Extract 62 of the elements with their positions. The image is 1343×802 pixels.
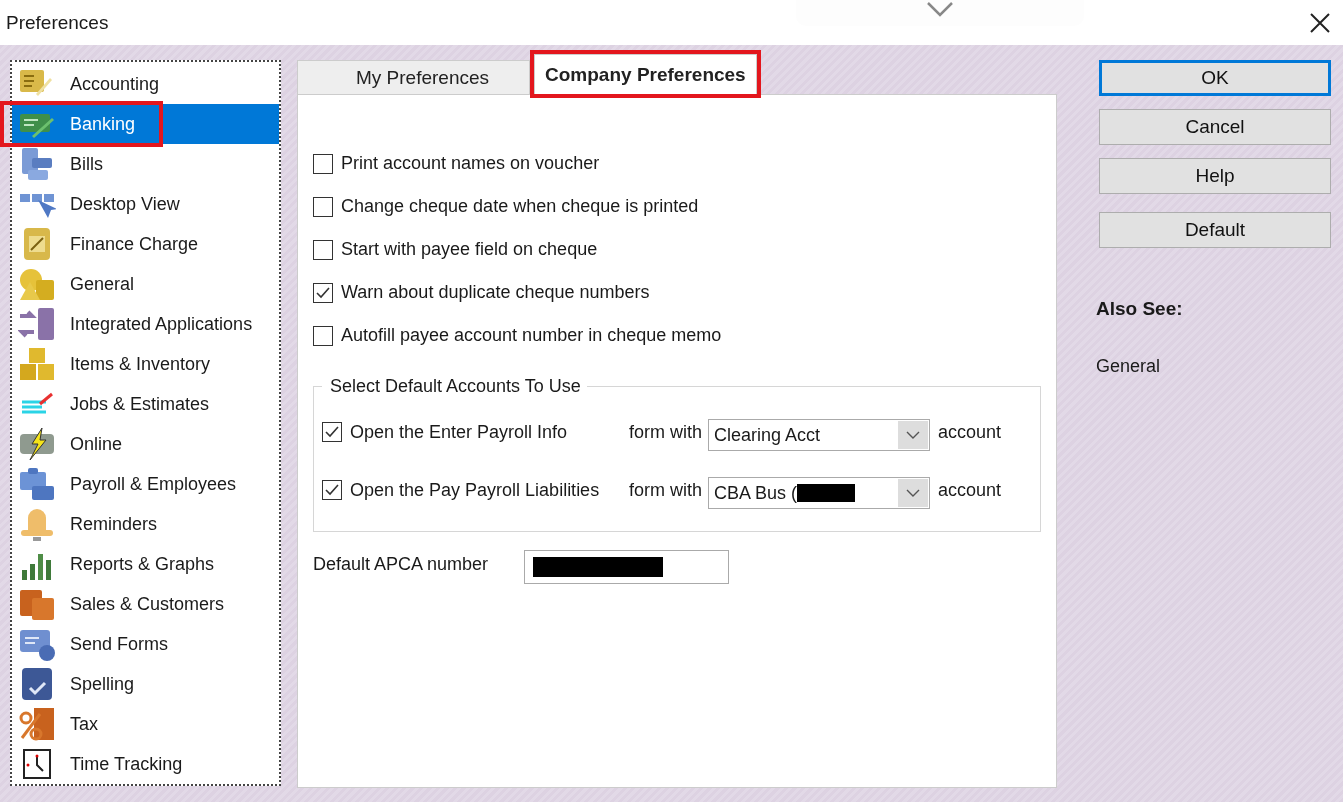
sidebar-item[interactable]: General — [12, 264, 279, 304]
option-label: Warn about duplicate cheque numbers — [341, 282, 650, 303]
sidebar-item[interactable]: Desktop View — [12, 184, 279, 224]
sidebar-item[interactable]: Items & Inventory — [12, 344, 279, 384]
group-title: Select Default Accounts To Use — [329, 376, 582, 397]
window-title: Preferences — [5, 11, 109, 34]
arrows-cabinet-icon — [18, 306, 56, 342]
checkbox[interactable] — [322, 422, 342, 442]
account-value: CBA Bus ( — [714, 482, 798, 504]
checkbox[interactable] — [313, 196, 333, 217]
sidebar-item[interactable]: Reminders — [12, 504, 279, 544]
option-label: Open the Enter Payroll Info — [350, 421, 568, 443]
sidebar-item[interactable]: Finance Charge — [12, 224, 279, 264]
sidebar-item[interactable]: Bills — [12, 144, 279, 184]
apca-field[interactable] — [524, 550, 730, 584]
chevron-down-icon — [898, 421, 928, 449]
form-with-label: form with — [629, 421, 702, 443]
percent-receipt-icon — [18, 706, 56, 742]
account-label: account — [938, 479, 1002, 501]
sidebar-item[interactable]: Online — [12, 424, 279, 464]
sidebar-item[interactable]: Reports & Graphs — [12, 544, 279, 584]
option-label: Autofill payee account number in cheque memo — [341, 325, 722, 346]
option-label: Change cheque date when cheque is printed — [341, 196, 699, 217]
also-see-heading: Also See: — [1096, 298, 1184, 320]
lightning-icon — [18, 426, 56, 462]
sidebar-item[interactable]: Accounting — [12, 64, 279, 104]
checkbox[interactable] — [313, 282, 333, 303]
close-button[interactable] — [1309, 12, 1331, 34]
apca-label: Default APCA number — [313, 553, 489, 575]
dialog-button[interactable]: Default — [1099, 212, 1331, 248]
redaction-bar — [797, 484, 856, 502]
dialog-button[interactable]: Cancel — [1099, 109, 1331, 145]
sidebar-item[interactable]: Tax — [12, 704, 279, 744]
option-label: Open the Pay Payroll Liabilities — [350, 479, 600, 501]
account-label: account — [938, 421, 1002, 443]
checkbox[interactable] — [322, 480, 342, 500]
tab[interactable]: My Preferences — [297, 60, 531, 94]
checkbox[interactable] — [313, 239, 333, 260]
account-dropdown[interactable]: CBA Bus ( — [708, 477, 930, 509]
boxes-icon — [18, 346, 56, 382]
dialog-button[interactable]: OK — [1099, 60, 1331, 96]
sidebar-item[interactable]: Time Tracking — [12, 744, 279, 784]
option-label: Print account names on voucher — [341, 153, 600, 174]
sidebar-item[interactable]: Payroll & Employees — [12, 464, 279, 504]
chevron-down-icon — [898, 479, 928, 507]
sidebar-item[interactable]: Integrated Applications — [12, 304, 279, 344]
also-see-link[interactable]: General — [1096, 356, 1331, 377]
option-label: Start with payee field on cheque — [341, 239, 598, 260]
sidebar-item[interactable]: Spelling — [12, 664, 279, 704]
shapes-icon — [18, 266, 56, 302]
sidebar-item[interactable]: Send Forms — [12, 624, 279, 664]
account-dropdown[interactable]: Clearing Acct — [708, 419, 930, 451]
account-value: Clearing Acct — [714, 424, 821, 446]
sidebar-item[interactable]: Jobs & Estimates — [12, 384, 279, 424]
chevron-down-icon — [926, 0, 954, 18]
checkbox[interactable] — [313, 325, 333, 346]
bell-icon — [18, 506, 56, 542]
form-with-label: form with — [629, 479, 702, 501]
id-card-icon — [18, 466, 56, 502]
checkbox[interactable] — [313, 153, 333, 174]
sidebar-item[interactable]: Sales & Customers — [12, 584, 279, 624]
dialog-button[interactable]: Help — [1099, 158, 1331, 194]
